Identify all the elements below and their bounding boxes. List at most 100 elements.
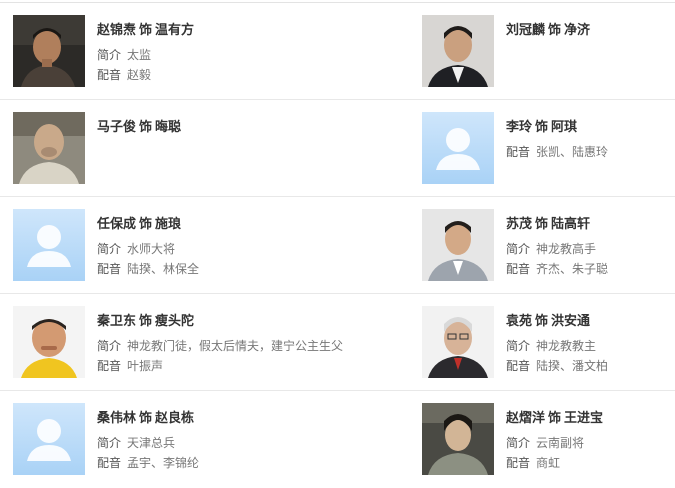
cast-row: 秦卫东饰瘦头陀 简介 神龙教门徒，假太后情夫，建宁公主生父 配音 叶振声 袁苑 … <box>0 294 675 391</box>
cast-row: 桑伟林饰赵良栋 简介 天津总兵 配音 孟宇、李锦纶 赵熠洋饰王进宝 简介 云南副… <box>0 391 675 488</box>
voice-label: 配音 <box>97 359 122 373</box>
intro-text: 神龙教门徒，假太后情夫，建宁公主生父 <box>127 339 344 353</box>
as-text: 饰 <box>139 314 153 329</box>
avatar-placeholder-icon[interactable] <box>422 112 494 184</box>
actor-photo[interactable] <box>422 403 494 475</box>
cast-title[interactable]: 袁苑饰洪安通 <box>506 313 675 331</box>
cast-card: 秦卫东饰瘦头陀 简介 神龙教门徒，假太后情夫，建宁公主生父 配音 叶振声 <box>13 294 343 391</box>
intro-line: 简介 太监 <box>97 45 347 65</box>
role-name: 陆高轩 <box>551 217 591 232</box>
cast-title[interactable]: 桑伟林饰赵良栋 <box>97 410 347 428</box>
cast-title[interactable]: 任保成饰施琅 <box>97 216 347 234</box>
actor-name: 任保成 <box>97 217 137 232</box>
actor-photo[interactable] <box>422 15 494 87</box>
cast-card: 苏茂饰陆高轩 简介 神龙教高手 配音 齐杰、朱子聪 <box>422 197 675 294</box>
as-text: 饰 <box>139 217 153 232</box>
actor-name: 赵锦焘 <box>97 23 137 38</box>
cast-row: 赵锦焘饰温有方 简介 太监 配音 赵毅 刘冠麟饰净济 <box>0 3 675 100</box>
actor-photo[interactable] <box>13 15 85 87</box>
cast-title[interactable]: 赵锦焘饰温有方 <box>97 22 347 40</box>
voice-line: 配音 赵毅 <box>97 65 347 85</box>
cast-card: 马子俊饰晦聪 <box>13 100 343 197</box>
intro-label: 简介 <box>506 339 531 353</box>
voice-line: 配音 陆揆、林保全 <box>97 259 347 279</box>
voice-label: 配音 <box>506 145 531 159</box>
role-name: 赵良栋 <box>155 411 195 426</box>
actor-photo[interactable] <box>422 209 494 281</box>
intro-line: 简介 天津总兵 <box>97 433 347 453</box>
actor-name: 秦卫东 <box>97 314 137 329</box>
intro-text: 太监 <box>127 48 152 62</box>
cast-title[interactable]: 刘冠麟饰净济 <box>506 22 675 40</box>
intro-text: 天津总兵 <box>127 436 176 450</box>
intro-text: 水师大将 <box>127 242 176 256</box>
as-text: 饰 <box>139 23 153 38</box>
voice-line: 配音 商虹 <box>506 453 675 473</box>
cast-row: 马子俊饰晦聪 李玲饰阿琪 配音 张凯、陆惠玲 <box>0 100 675 197</box>
voice-label: 配音 <box>506 262 531 276</box>
as-text: 饰 <box>535 217 549 232</box>
voice-actors: 齐杰、朱子聪 <box>536 262 609 276</box>
actor-name: 桑伟林 <box>97 411 137 426</box>
intro-text: 神龙教教主 <box>536 339 597 353</box>
cast-title[interactable]: 秦卫东饰瘦头陀 <box>97 313 347 331</box>
cast-card: 赵熠洋饰王进宝 简介 云南副将 配音 商虹 <box>422 391 675 488</box>
actor-name: 刘冠麟 <box>506 23 546 38</box>
voice-actors: 商虹 <box>536 456 561 470</box>
cast-card: 刘冠麟饰净济 <box>422 3 675 100</box>
role-name: 净济 <box>564 23 591 38</box>
voice-line: 配音 孟宇、李锦纶 <box>97 453 347 473</box>
voice-actors: 孟宇、李锦纶 <box>127 456 200 470</box>
intro-label: 简介 <box>97 48 122 62</box>
role-name: 洪安通 <box>551 314 591 329</box>
as-text: 饰 <box>548 23 562 38</box>
avatar-placeholder-icon[interactable] <box>13 209 85 281</box>
voice-line: 配音 齐杰、朱子聪 <box>506 259 675 279</box>
cast-list-page: 赵锦焘饰温有方 简介 太监 配音 赵毅 刘冠麟饰净济 马子俊 饰 晦聪 李玲 饰… <box>0 0 675 481</box>
role-name: 阿琪 <box>551 120 578 135</box>
cast-card: 赵锦焘饰温有方 简介 太监 配音 赵毅 <box>13 3 343 100</box>
voice-actors: 陆揆、林保全 <box>127 262 200 276</box>
actor-name: 赵熠洋 <box>506 411 546 426</box>
intro-label: 简介 <box>506 242 531 256</box>
voice-label: 配音 <box>97 262 122 276</box>
intro-line: 简介 水师大将 <box>97 239 347 259</box>
as-text: 饰 <box>548 411 562 426</box>
voice-line: 配音 叶振声 <box>97 356 347 376</box>
actor-name: 李玲 <box>506 120 533 135</box>
avatar-placeholder-icon[interactable] <box>13 403 85 475</box>
intro-text: 云南副将 <box>536 436 585 450</box>
as-text: 饰 <box>535 314 549 329</box>
actor-photo[interactable] <box>13 112 85 184</box>
actor-name: 袁苑 <box>506 314 533 329</box>
actor-photo[interactable] <box>422 306 494 378</box>
cast-card: 任保成饰施琅 简介 水师大将 配音 陆揆、林保全 <box>13 197 343 294</box>
voice-line: 配音 张凯、陆惠玲 <box>506 142 675 162</box>
actor-name: 苏茂 <box>506 217 533 232</box>
voice-actors: 张凯、陆惠玲 <box>536 145 609 159</box>
actor-name: 马子俊 <box>97 120 137 135</box>
intro-line: 简介 神龙教高手 <box>506 239 675 259</box>
cast-card: 袁苑饰洪安通 简介 神龙教教主 配音 陆揆、潘文柏 <box>422 294 675 391</box>
as-text: 饰 <box>139 411 153 426</box>
intro-label: 简介 <box>97 436 122 450</box>
role-name: 王进宝 <box>564 411 604 426</box>
role-name: 晦聪 <box>155 120 182 135</box>
cast-title[interactable]: 苏茂饰陆高轩 <box>506 216 675 234</box>
voice-actors: 赵毅 <box>127 68 152 82</box>
cast-title[interactable]: 赵熠洋饰王进宝 <box>506 410 675 428</box>
role-name: 瘦头陀 <box>155 314 195 329</box>
role-name: 温有方 <box>155 23 195 38</box>
voice-actors: 叶振声 <box>127 359 164 373</box>
intro-label: 简介 <box>506 436 531 450</box>
cast-title[interactable]: 马子俊饰晦聪 <box>97 119 347 137</box>
intro-line: 简介 云南副将 <box>506 433 675 453</box>
voice-label: 配音 <box>506 359 531 373</box>
actor-photo[interactable] <box>13 306 85 378</box>
intro-line: 简介 神龙教门徒，假太后情夫，建宁公主生父 <box>97 336 347 356</box>
intro-text: 神龙教高手 <box>536 242 597 256</box>
voice-label: 配音 <box>97 68 122 82</box>
voice-actors: 陆揆、潘文柏 <box>536 359 609 373</box>
cast-row: 任保成饰施琅 简介 水师大将 配音 陆揆、林保全 苏茂饰陆高轩 简介 神龙教高手… <box>0 197 675 294</box>
cast-title[interactable]: 李玲饰阿琪 <box>506 119 675 137</box>
